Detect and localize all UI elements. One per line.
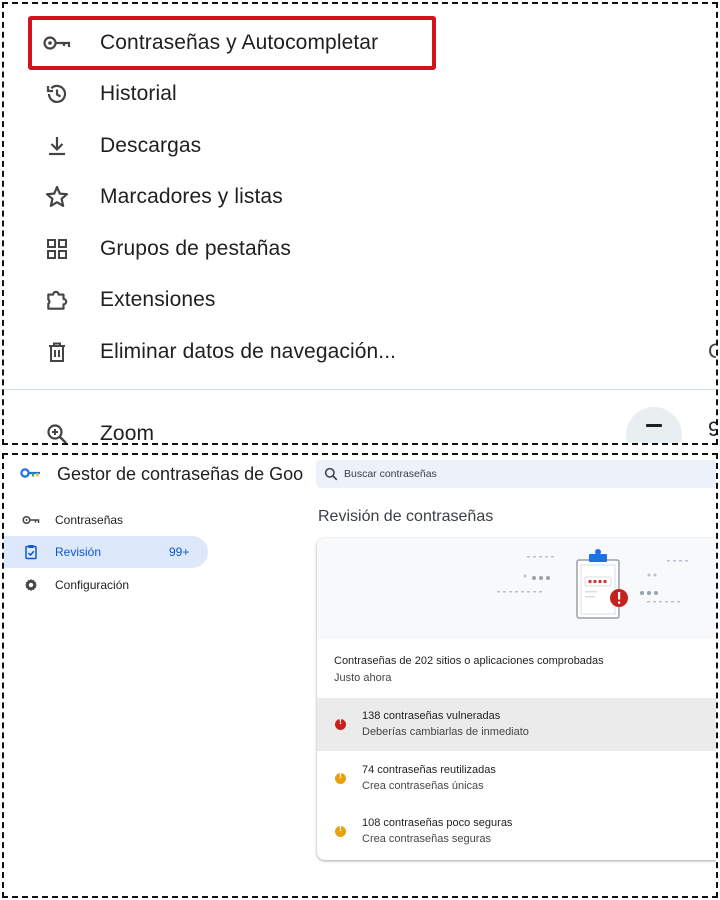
checkup-icon <box>22 543 40 561</box>
password-manager-logo-icon <box>20 466 42 485</box>
page-title: Gestor de contraseñas de Goo <box>57 464 304 484</box>
error-icon <box>335 717 346 730</box>
compromised-passwords-row[interactable]: 138 contraseñas vulneradas Deberías camb… <box>317 698 716 751</box>
chrome-menu-panel: Contraseñas y Autocompletar Historial De… <box>2 2 718 445</box>
checkup-card: Contraseñas de 202 sitios o aplicaciones… <box>317 538 716 860</box>
zoom-in-icon <box>42 419 72 443</box>
menu-item-label: Historial <box>100 82 177 105</box>
menu-item-label: Contraseñas y Autocompletar <box>100 31 379 54</box>
weak-passwords-row[interactable]: 108 contraseñas poco seguras Crea contra… <box>317 805 716 858</box>
star-icon <box>42 182 72 212</box>
history-icon <box>42 79 72 109</box>
summary-text: Contraseñas de 202 sitios o aplicaciones… <box>334 655 604 667</box>
row-title: 74 contraseñas reutilizadas <box>362 764 496 776</box>
tab-groups-icon <box>42 234 72 264</box>
checkup-summary: Contraseñas de 202 sitios o aplicaciones… <box>334 655 604 684</box>
minus-icon <box>646 423 662 427</box>
menu-item-clear-browsing-data[interactable]: Eliminar datos de navegación... C <box>4 327 716 377</box>
warning-icon <box>335 771 346 784</box>
warning-icon <box>335 824 346 837</box>
pm-header: Gestor de contraseñas de Goo <box>4 455 716 493</box>
search-icon <box>324 467 338 481</box>
menu-item-label: Grupos de pestañas <box>100 237 291 260</box>
zoom-label: Zoom <box>100 422 155 445</box>
search-input[interactable] <box>344 468 644 480</box>
menu-item-passwords-autofill[interactable]: Contraseñas y Autocompletar <box>4 18 716 68</box>
row-subtitle: Crea contraseñas únicas <box>362 780 484 792</box>
search-bar[interactable] <box>316 460 716 488</box>
menu-item-tab-groups[interactable]: Grupos de pestañas <box>4 224 716 274</box>
row-title: 108 contraseñas poco seguras <box>362 817 513 829</box>
sidebar-item-passwords[interactable]: Contraseñas <box>4 504 208 536</box>
section-title: Revisión de contraseñas <box>318 508 494 525</box>
sidebar-item-checkup[interactable]: Revisión 99+ <box>4 536 208 568</box>
menu-item-bookmarks[interactable]: Marcadores y listas <box>4 172 716 222</box>
menu-item-label: Descargas <box>100 134 202 157</box>
password-manager-panel: Gestor de contraseñas de Goo Contraseñas… <box>2 453 718 898</box>
menu-item-label: Extensiones <box>100 288 216 311</box>
menu-item-downloads[interactable]: Descargas <box>4 121 716 171</box>
key-icon <box>22 511 40 529</box>
menu-item-label: Marcadores y listas <box>100 185 283 208</box>
row-subtitle: Crea contraseñas seguras <box>362 833 492 845</box>
gear-icon <box>22 576 40 594</box>
checkup-illustration <box>317 538 716 639</box>
menu-item-extensions[interactable]: Extensiones <box>4 275 716 325</box>
summary-timestamp: Justo ahora <box>334 672 392 684</box>
download-icon <box>42 131 72 161</box>
menu-item-label: Eliminar datos de navegación... <box>100 340 397 363</box>
trash-icon <box>42 337 72 367</box>
key-icon <box>42 28 72 58</box>
sidebar-item-settings[interactable]: Configuración <box>4 569 208 601</box>
reused-passwords-row[interactable]: 74 contraseñas reutilizadas Crea contras… <box>317 752 716 805</box>
sidebar-item-label: Contraseñas <box>55 513 124 527</box>
row-title: 138 contraseñas vulneradas <box>362 710 501 722</box>
puzzle-icon <box>42 285 72 315</box>
menu-item-history[interactable]: Historial <box>4 69 716 119</box>
menu-item-zoom: Zoom <box>4 409 716 445</box>
row-subtitle: Deberías cambiarlas de inmediato <box>362 726 529 738</box>
zoom-value: 9 <box>708 418 716 442</box>
shortcut-hint: C <box>708 340 716 364</box>
sidebar-item-label: Configuración <box>55 578 130 592</box>
menu-divider <box>4 389 716 390</box>
checkup-count-badge: 99+ <box>169 545 190 559</box>
sidebar-item-label: Revisión <box>55 545 102 559</box>
